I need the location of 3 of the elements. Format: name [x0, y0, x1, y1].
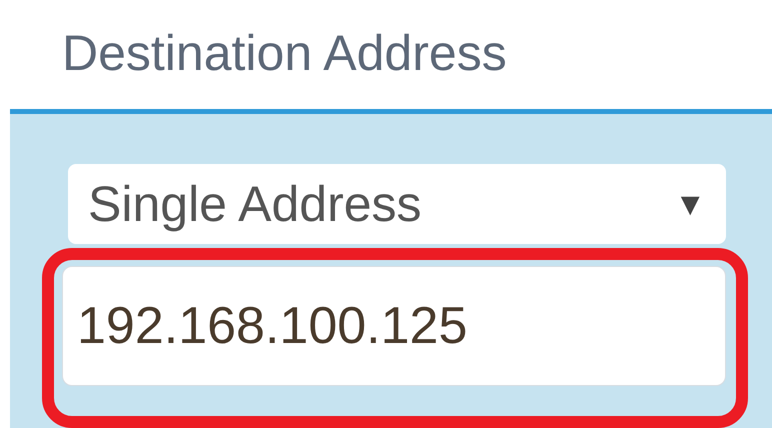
- address-field[interactable]: 192.168.100.125: [62, 266, 726, 386]
- address-type-select[interactable]: Single Address ▼: [68, 164, 726, 244]
- section-heading: Destination Address: [62, 28, 507, 78]
